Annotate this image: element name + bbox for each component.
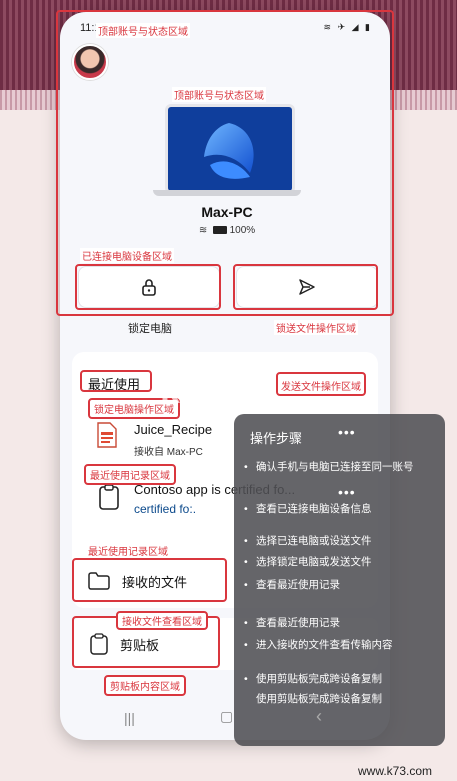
annotation-box-recent-title: [80, 370, 152, 392]
annotation-label: 发送文件操作区域: [276, 372, 366, 396]
site-watermark: www.k73.com: [358, 764, 433, 778]
recent-item-subtitle: 接收自 Max-PC: [134, 447, 203, 458]
annotation-box-received: [72, 558, 227, 602]
steps-title: 操作步骤: [250, 431, 303, 446]
annotation-label: 锁送文件操作区域: [274, 320, 358, 335]
step-item: 使用剪贴板完成跨设备复制: [256, 693, 382, 705]
site-logo-url: .com: [234, 390, 254, 400]
annotation-box-lock: [75, 264, 221, 310]
annotation-label: 最近使用记录区域: [84, 464, 176, 485]
more-icon[interactable]: •••: [338, 484, 356, 500]
annotation-label: 顶部账号与状态区域: [96, 23, 190, 38]
step-item: 查看已连接电脑设备信息: [244, 502, 436, 517]
annotation-label: 顶部账号与状态区域: [172, 87, 266, 102]
step-item: 选择锁定电脑或发送文件: [244, 555, 436, 570]
site-logo: k73: [160, 370, 218, 411]
more-icon[interactable]: •••: [338, 424, 356, 440]
lock-pc-label: 锁定电脑: [128, 323, 172, 335]
annotation-label: 最近使用记录区域: [88, 547, 168, 558]
recent-item-name[interactable]: Juice_Recipe: [134, 422, 212, 437]
annotation-box-send: [233, 264, 378, 310]
clipboard-icon: [99, 484, 119, 510]
step-item: 查看最近使用记录: [244, 616, 436, 631]
annotation-label: 接收文件查看区域: [116, 611, 208, 630]
step-item: 查看最近使用记录: [244, 578, 436, 593]
annotation-label: 已连接电脑设备区域: [80, 248, 174, 263]
recent-apps-icon[interactable]: |||: [124, 710, 135, 726]
step-item: 选择已连电脑或设送文件: [244, 534, 436, 549]
step-item: 使用剪贴板完成跨设备复制: [244, 672, 436, 687]
steps-panel: 操作步骤 ••• ••• 确认手机与电脑已连接至同一账号 查看已连接电脑设备信息…: [234, 414, 445, 746]
step-item: 确认手机与电脑已连接至同一账号: [244, 460, 436, 475]
back-icon[interactable]: ‹: [316, 706, 322, 727]
home-icon[interactable]: ▢: [220, 708, 233, 725]
annotation-label: 剪贴板内容区域: [104, 675, 186, 696]
recent-item-subtitle: certified fo:.: [134, 502, 197, 516]
step-item: 进入接收的文件查看传输内容: [244, 638, 436, 653]
pdf-file-icon: [97, 422, 117, 448]
